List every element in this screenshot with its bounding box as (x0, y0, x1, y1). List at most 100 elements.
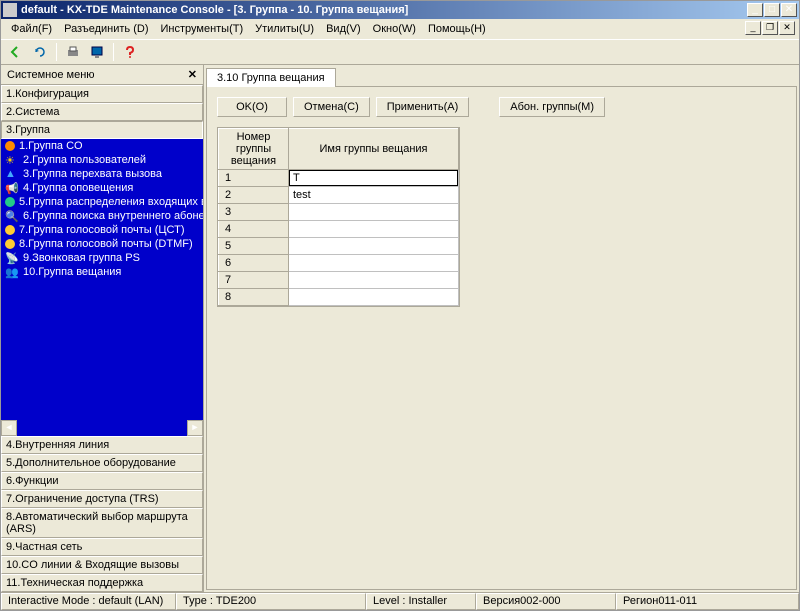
tree-item-user-group[interactable]: ☀2.Группа пользователей (1, 153, 203, 167)
tree-item-vm-dtmf-group[interactable]: 8.Группа голосовой почты (DTMF) (1, 237, 203, 251)
menu-window[interactable]: Окно(W) (367, 21, 422, 37)
maximize-button[interactable]: □ (764, 3, 780, 17)
name-cell[interactable] (289, 289, 459, 306)
star-icon: ☀ (5, 154, 19, 166)
name-cell-editing[interactable] (289, 170, 459, 187)
tree-label: 1.Группа CO (19, 140, 83, 152)
name-cell[interactable] (289, 204, 459, 221)
menu-tools[interactable]: Инструменты(T) (155, 21, 250, 37)
tree-item-incoming-group[interactable]: 5.Группа распределения входящих вызовов (1, 195, 203, 209)
minimize-button[interactable]: _ (747, 3, 763, 17)
help-button[interactable] (119, 42, 141, 62)
group-icon (5, 141, 15, 151)
cancel-button[interactable]: Отмена(C) (293, 97, 370, 117)
tree-item-ps-ring-group[interactable]: 📡9.Звонковая группа PS (1, 251, 203, 265)
broadcast-table: Номер группы вещания Имя группы вещания … (217, 127, 460, 307)
mail-icon (5, 239, 15, 249)
category-trs[interactable]: 7.Ограничение доступа (TRS) (1, 490, 203, 508)
people-icon: 👥 (5, 266, 19, 278)
tree-item-vm-dpt-group[interactable]: 7.Группа голосовой почты (ЦСТ) (1, 223, 203, 237)
sidebar-close-button[interactable]: ✕ (188, 68, 197, 81)
header-group-number[interactable]: Номер группы вещания (219, 129, 289, 170)
name-input[interactable] (289, 170, 458, 186)
category-maintenance[interactable]: 11.Техническая поддержка (1, 574, 203, 592)
category-co-incoming[interactable]: 10.CO линии & Входящие вызовы (1, 556, 203, 574)
row-number[interactable]: 1 (219, 170, 289, 187)
scroll-right-button[interactable]: ► (187, 420, 203, 436)
tree-item-pickup-group[interactable]: ▲ 3.Группа перехвата вызова (1, 167, 203, 181)
category-system[interactable]: 2.Система (1, 103, 203, 121)
app-icon (3, 3, 17, 17)
tree-label: 6.Группа поиска внутреннего абонента (23, 210, 203, 222)
name-cell[interactable]: test (289, 187, 459, 204)
tree-item-hunting-group[interactable]: 🔍 6.Группа поиска внутреннего абонента (1, 209, 203, 223)
tree-item-broadcast-group[interactable]: 👥 10.Группа вещания (1, 265, 203, 279)
tree-label: 3.Группа перехвата вызова (23, 168, 162, 180)
row-number[interactable]: 6 (219, 255, 289, 272)
triangle-icon: ▲ (5, 168, 19, 180)
mdi-close-button[interactable]: ✕ (779, 21, 795, 35)
members-button[interactable]: Абон. группы(M) (499, 97, 605, 117)
tree-item-co-group[interactable]: 1.Группа CO (1, 139, 203, 153)
name-cell[interactable] (289, 272, 459, 289)
statusbar: Interactive Mode : default (LAN) Type : … (1, 592, 799, 610)
row-number[interactable]: 7 (219, 272, 289, 289)
table-row: 2 test (219, 187, 459, 204)
status-region: Регион011-011 (616, 593, 799, 610)
row-number[interactable]: 8 (219, 289, 289, 306)
menu-disconnect[interactable]: Разъединить (D) (58, 21, 154, 37)
ball-icon (5, 197, 15, 207)
content-area: 3.10 Группа вещания OK(O) Отмена(C) Прим… (204, 65, 799, 592)
menu-utilities[interactable]: Утилиты(U) (249, 21, 320, 37)
screen-button[interactable] (86, 42, 108, 62)
mdi-restore-button[interactable]: ❐ (762, 21, 778, 35)
name-cell[interactable] (289, 255, 459, 272)
back-button[interactable] (5, 42, 27, 62)
antenna-icon: 📡 (5, 252, 19, 264)
titlebar: default - KX-TDE Maintenance Console - [… (1, 1, 799, 19)
category-private-network[interactable]: 9.Частная сеть (1, 538, 203, 556)
row-number[interactable]: 3 (219, 204, 289, 221)
menubar: Файл(F) Разъединить (D) Инструменты(T) У… (1, 19, 799, 39)
row-number[interactable]: 4 (219, 221, 289, 238)
status-type: Type : TDE200 (176, 593, 366, 610)
ok-button[interactable]: OK(O) (217, 97, 287, 117)
table-row: 6 (219, 255, 459, 272)
tree-label: 5.Группа распределения входящих вызовов (19, 196, 203, 208)
apply-button[interactable]: Применить(A) (376, 97, 470, 117)
menu-help[interactable]: Помощь(H) (422, 21, 492, 37)
tree-item-paging-group[interactable]: 📢4.Группа оповещения (1, 181, 203, 195)
tree-label: 4.Группа оповещения (23, 182, 133, 194)
status-mode: Interactive Mode : default (LAN) (1, 593, 176, 610)
category-extension[interactable]: 4.Внутренняя линия (1, 436, 203, 454)
menu-view[interactable]: Вид(V) (320, 21, 367, 37)
status-level: Level : Installer (366, 593, 476, 610)
tab-broadcast-group[interactable]: 3.10 Группа вещания (206, 68, 336, 87)
table-row: 4 (219, 221, 459, 238)
window-controls: _ □ ✕ (747, 3, 797, 17)
row-number[interactable]: 5 (219, 238, 289, 255)
category-configuration[interactable]: 1.Конфигурация (1, 85, 203, 103)
sidebar-body: 1.Конфигурация 2.Система 3.Группа 1.Груп… (1, 85, 203, 592)
mail-icon (5, 225, 15, 235)
row-number[interactable]: 2 (219, 187, 289, 204)
scroll-left-button[interactable]: ◄ (1, 420, 17, 436)
category-features[interactable]: 6.Функции (1, 472, 203, 490)
category-optional[interactable]: 5.Дополнительное оборудование (1, 454, 203, 472)
category-group[interactable]: 3.Группа (1, 121, 203, 139)
search-icon: 🔍 (5, 210, 19, 222)
mdi-minimize-button[interactable]: _ (745, 21, 761, 35)
titlebar-title: default - KX-TDE Maintenance Console - [… (21, 4, 747, 16)
name-cell[interactable] (289, 238, 459, 255)
category-ars[interactable]: 8.Автоматический выбор маршрута (ARS) (1, 508, 203, 538)
print-button[interactable] (62, 42, 84, 62)
menu-file[interactable]: Файл(F) (5, 21, 58, 37)
refresh-button[interactable] (29, 42, 51, 62)
toolbar-separator (113, 43, 114, 61)
tree-label: 10.Группа вещания (23, 266, 121, 278)
table-row: 5 (219, 238, 459, 255)
close-button[interactable]: ✕ (781, 3, 797, 17)
status-version: Версия002-000 (476, 593, 616, 610)
name-cell[interactable] (289, 221, 459, 238)
header-group-name[interactable]: Имя группы вещания (289, 129, 459, 170)
